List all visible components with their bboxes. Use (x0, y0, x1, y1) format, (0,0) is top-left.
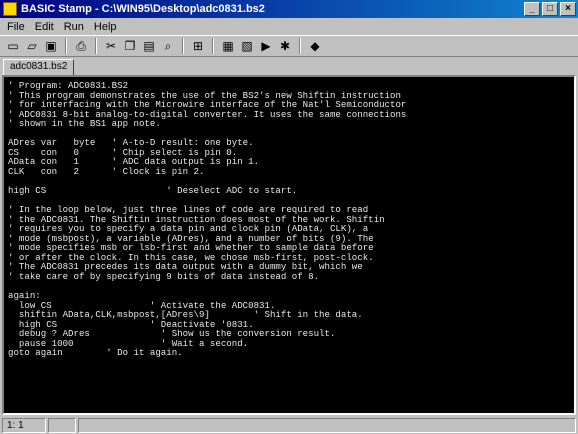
preferences-icon[interactable]: ⊞ (189, 37, 207, 55)
code-line[interactable]: ' take care of by specifying 9 bits of d… (8, 272, 570, 282)
identify-icon[interactable]: ✱ (276, 37, 294, 55)
cut-icon[interactable]: ✂ (102, 37, 120, 55)
help-icon[interactable]: ◆ (306, 37, 324, 55)
menu-help[interactable]: Help (89, 21, 122, 33)
code-line[interactable]: CLK con 2 ' Clock is pin 2. (8, 167, 570, 177)
memory-map-icon[interactable]: ▦ (219, 37, 237, 55)
toolbar-separator (65, 38, 67, 54)
toolbar-separator (95, 38, 97, 54)
toolbar-separator (182, 38, 184, 54)
tab-adc0831[interactable]: adc0831.bs2 (3, 59, 75, 75)
copy-icon[interactable]: ❐ (121, 37, 139, 55)
window-title: BASIC Stamp - C:\WIN95\Desktop\adc0831.b… (21, 3, 265, 15)
status-message (48, 417, 76, 433)
code-editor[interactable]: ' Program: ADC0831.BS2 ' This program dem… (2, 75, 576, 415)
code-text[interactable]: ' Program: ADC0831.BS2 ' This program dem… (8, 81, 570, 409)
title-bar: BASIC Stamp - C:\WIN95\Desktop\adc0831.b… (0, 0, 578, 18)
minimize-button[interactable]: _ (524, 2, 540, 16)
maximize-button[interactable]: □ (542, 2, 558, 16)
new-icon[interactable]: ▭ (4, 37, 22, 55)
app-icon[interactable] (3, 2, 17, 16)
status-bar: 1: 1 (0, 416, 578, 434)
debug-window-icon[interactable]: ▧ (238, 37, 256, 55)
status-extra (78, 417, 576, 433)
run-icon[interactable]: ▶ (257, 37, 275, 55)
toolbar-separator (212, 38, 214, 54)
save-icon[interactable]: ▣ (42, 37, 60, 55)
menu-run[interactable]: Run (59, 21, 89, 33)
menu-bar: File Edit Run Help (0, 18, 578, 35)
menu-edit[interactable]: Edit (30, 21, 59, 33)
toolbar: ▭ ▱ ▣ ⎙ ✂ ❐ ▤ ⌕ ⊞ ▦ ▧ ▶ ✱ ◆ (0, 35, 578, 57)
status-cursor-position: 1: 1 (2, 417, 46, 433)
code-line[interactable]: ' shown in the BS1 app note. (8, 119, 570, 129)
print-icon[interactable]: ⎙ (72, 37, 90, 55)
menu-file[interactable]: File (2, 21, 30, 33)
close-button[interactable]: × (560, 2, 576, 16)
code-line[interactable]: high CS ' Deselect ADC to start. (8, 186, 570, 196)
code-line[interactable] (8, 281, 570, 291)
paste-icon[interactable]: ▤ (140, 37, 158, 55)
tab-strip: adc0831.bs2 (0, 57, 578, 75)
window-controls: _ □ × (524, 2, 576, 16)
open-icon[interactable]: ▱ (23, 37, 41, 55)
toolbar-separator (299, 38, 301, 54)
code-line[interactable]: goto again ' Do it again. (8, 348, 570, 358)
find-icon[interactable]: ⌕ (159, 37, 177, 55)
